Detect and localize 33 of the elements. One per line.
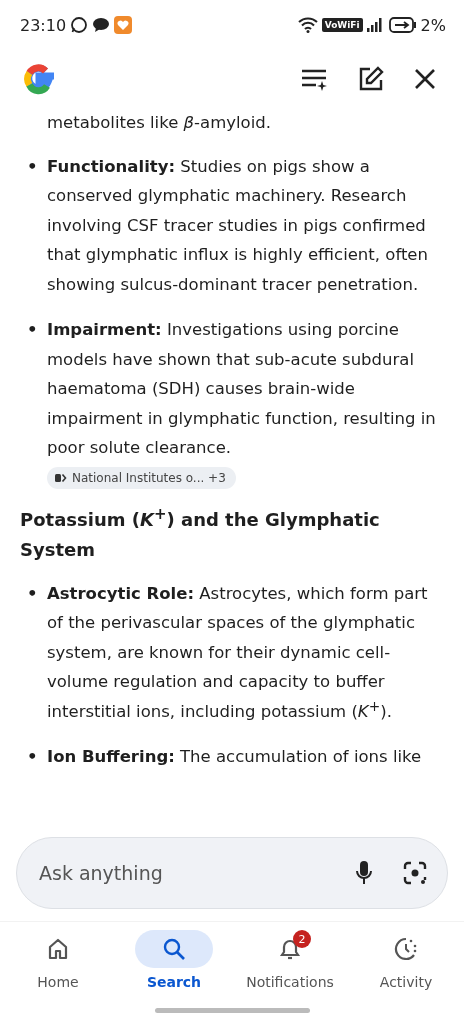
microphone-icon[interactable] <box>355 860 373 886</box>
section-heading: Potassium (K$^{+}$) and the Glymphatic System <box>20 504 381 562</box>
wifi-icon <box>297 17 318 33</box>
bullet-text: Astrocytic Role: Astrocytes, which form part of the perivascular spaces of the glymphatic system, are known for their dynamic cell-volume regulation and capacity to buffer interstitial ions, including potassium (K$^{+}$). <box>47 583 428 721</box>
heart-app-icon <box>114 16 133 34</box>
nav-tab[interactable]: 2 Notifications <box>235 930 345 1008</box>
bullet-text: Functionality: Studies on pigs show a conserved glymphatic machinery. Research involving CSF tracer studies in pigs confirmed that glymphatic influx is highly efficient, often showing sulcus-dominant tracer penetration. <box>47 156 428 294</box>
nav-tab[interactable]: Home <box>3 930 113 1008</box>
bell-icon <box>279 937 301 961</box>
bullet-point: • <box>27 746 38 768</box>
nav-tab[interactable]: Search <box>119 930 229 1008</box>
battery-percent: 2% <box>420 15 446 35</box>
bullet-point: • <box>27 319 38 341</box>
signal-icon <box>366 18 385 32</box>
status-time: 23:10 <box>20 15 67 35</box>
bullet-point: • <box>27 582 38 605</box>
home-icon <box>47 938 69 960</box>
ask-field[interactable]: Ask anything <box>37 861 325 885</box>
vowifi-label: VoWiFi <box>321 18 363 32</box>
message-bubble-icon <box>92 17 111 33</box>
bullet-point: • <box>27 155 38 178</box>
answer-paragraph: metabolites like β-amyloid. <box>46 112 272 134</box>
camera-lens-icon[interactable] <box>403 861 427 885</box>
notification-count: 2 <box>293 930 311 948</box>
bullet-text: Ion Buffering: The accumulation of ions like <box>47 747 422 766</box>
search-icon <box>162 937 186 961</box>
nav-tab[interactable]: Activity <box>351 930 461 1008</box>
source-chip[interactable]: National Institutes o... +3 <box>47 466 236 489</box>
battery-charging-icon <box>388 17 417 33</box>
source-icon <box>55 472 67 483</box>
chat-app-icon <box>70 16 89 34</box>
bullet-text: Impairment: Investigations using porcine models have shown that sub-acute subdural haematoma (SDH) causes brain-wide impairment in glymphatic function, resulting in poor solute clearance. <box>47 320 436 457</box>
activity-icon <box>394 937 418 961</box>
